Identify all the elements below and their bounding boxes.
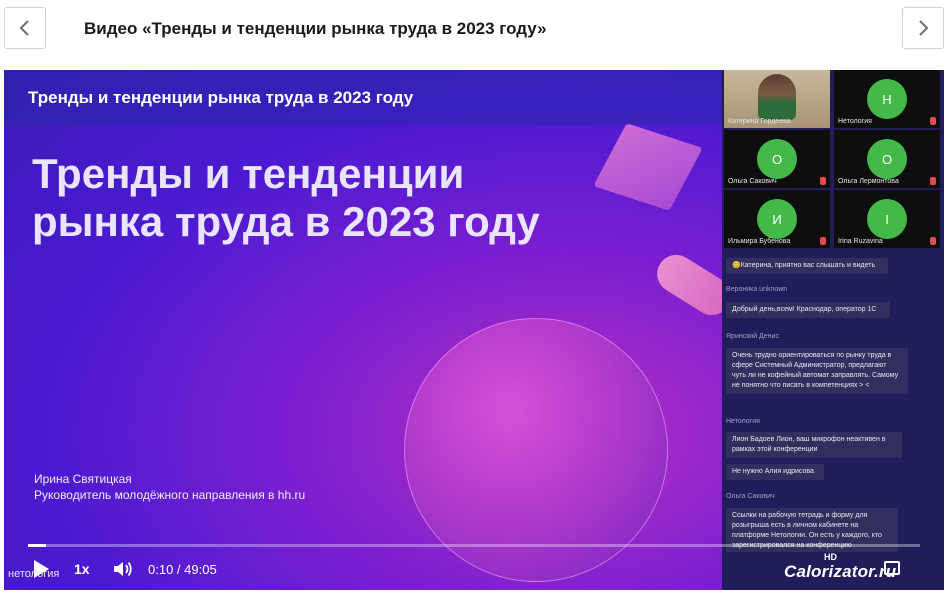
avatar: I xyxy=(867,199,907,239)
chat-message: Добрый день,всем! Краснодар, оператор 1С xyxy=(726,302,890,318)
participant-name: Катерина Гордеева xyxy=(728,118,791,125)
calorizator-watermark: Calorizator.ru xyxy=(784,562,897,581)
participant-name: Ольга Сакович xyxy=(728,178,777,185)
avatar: О xyxy=(757,139,797,179)
chat-author: Яринский Денис xyxy=(726,333,779,340)
chevron-left-icon xyxy=(19,20,29,36)
conference-sidebar: Катерина Гордеева Н Нетология О Ольга Са… xyxy=(722,70,944,590)
slide-header-text: Тренды и тенденции рынка труда в 2023 го… xyxy=(28,88,414,107)
participant-name: Ольга Лермонтова xyxy=(838,178,899,185)
participant-name: Ильмира Бубенова xyxy=(728,238,791,245)
netology-watermark: нетология xyxy=(8,568,60,580)
chat-message: Не нужно Алия идрисова xyxy=(726,464,824,480)
participant-tile: Катерина Гордеева xyxy=(724,70,830,128)
avatar: О xyxy=(867,139,907,179)
participant-tile: О Ольга Лермонтова xyxy=(834,130,940,188)
volume-icon[interactable] xyxy=(112,559,134,584)
next-button[interactable] xyxy=(902,7,944,49)
page-title: Видео «Тренды и тенденции рынка труда в … xyxy=(84,19,547,38)
chat-message: 😊Катерина, приятно вас слышать и видеть xyxy=(726,258,888,274)
slide-header: Тренды и тенденции рынка труда в 2023 го… xyxy=(4,70,722,125)
participant-tile: О Ольга Сакович xyxy=(724,130,830,188)
slide-title: Тренды и тенденции рынка труда в 2023 го… xyxy=(32,150,652,246)
chat-author: Вероника unknown xyxy=(726,286,788,293)
slide-title-line1: Тренды и тенденции xyxy=(32,150,465,197)
mic-muted-icon xyxy=(820,237,826,245)
chevron-right-icon xyxy=(919,20,929,36)
avatar: И xyxy=(757,199,797,239)
speed-button[interactable]: 1x xyxy=(74,561,90,577)
presentation-slide: Тренды и тенденции рынка труда в 2023 го… xyxy=(4,70,722,590)
participant-name: Нетология xyxy=(838,118,872,125)
hd-badge[interactable]: HD xyxy=(824,552,837,562)
participant-video xyxy=(758,74,796,120)
time-display: 0:10 / 49:05 xyxy=(148,562,217,577)
decor-tube xyxy=(650,247,722,323)
mic-muted-icon xyxy=(930,177,936,185)
chat-author: Нетология xyxy=(726,418,760,425)
mic-muted-icon xyxy=(930,117,936,125)
chat-message: Очень трудно ориентироваться по рынку тр… xyxy=(726,348,908,394)
chat-message: Лион Бадоев Лион, ваш микрофон неактивен… xyxy=(726,432,902,458)
progress-bar[interactable] xyxy=(28,544,920,547)
participant-name: Irina Ruzavina xyxy=(838,238,883,245)
slide-title-line2: рынка труда в 2023 году xyxy=(32,198,540,245)
presenter-role: Руководитель молодёжного направления в h… xyxy=(34,488,306,502)
video-player[interactable]: Тренды и тенденции рынка труда в 2023 го… xyxy=(4,70,944,590)
prev-button[interactable] xyxy=(4,7,46,49)
presenter-name: Ирина Святицкая xyxy=(34,472,132,486)
avatar: Н xyxy=(867,79,907,119)
mic-muted-icon xyxy=(820,177,826,185)
mic-muted-icon xyxy=(930,237,936,245)
participant-tile: И Ильмира Бубенова xyxy=(724,190,830,248)
participant-tile: Н Нетология xyxy=(834,70,940,128)
participant-tile: I Irina Ruzavina xyxy=(834,190,940,248)
chat-author: Ольга Сакович xyxy=(726,493,775,500)
top-bar: Видео «Тренды и тенденции рынка труда в … xyxy=(0,0,948,66)
progress-fill xyxy=(28,544,46,547)
decor-sphere xyxy=(404,318,668,582)
